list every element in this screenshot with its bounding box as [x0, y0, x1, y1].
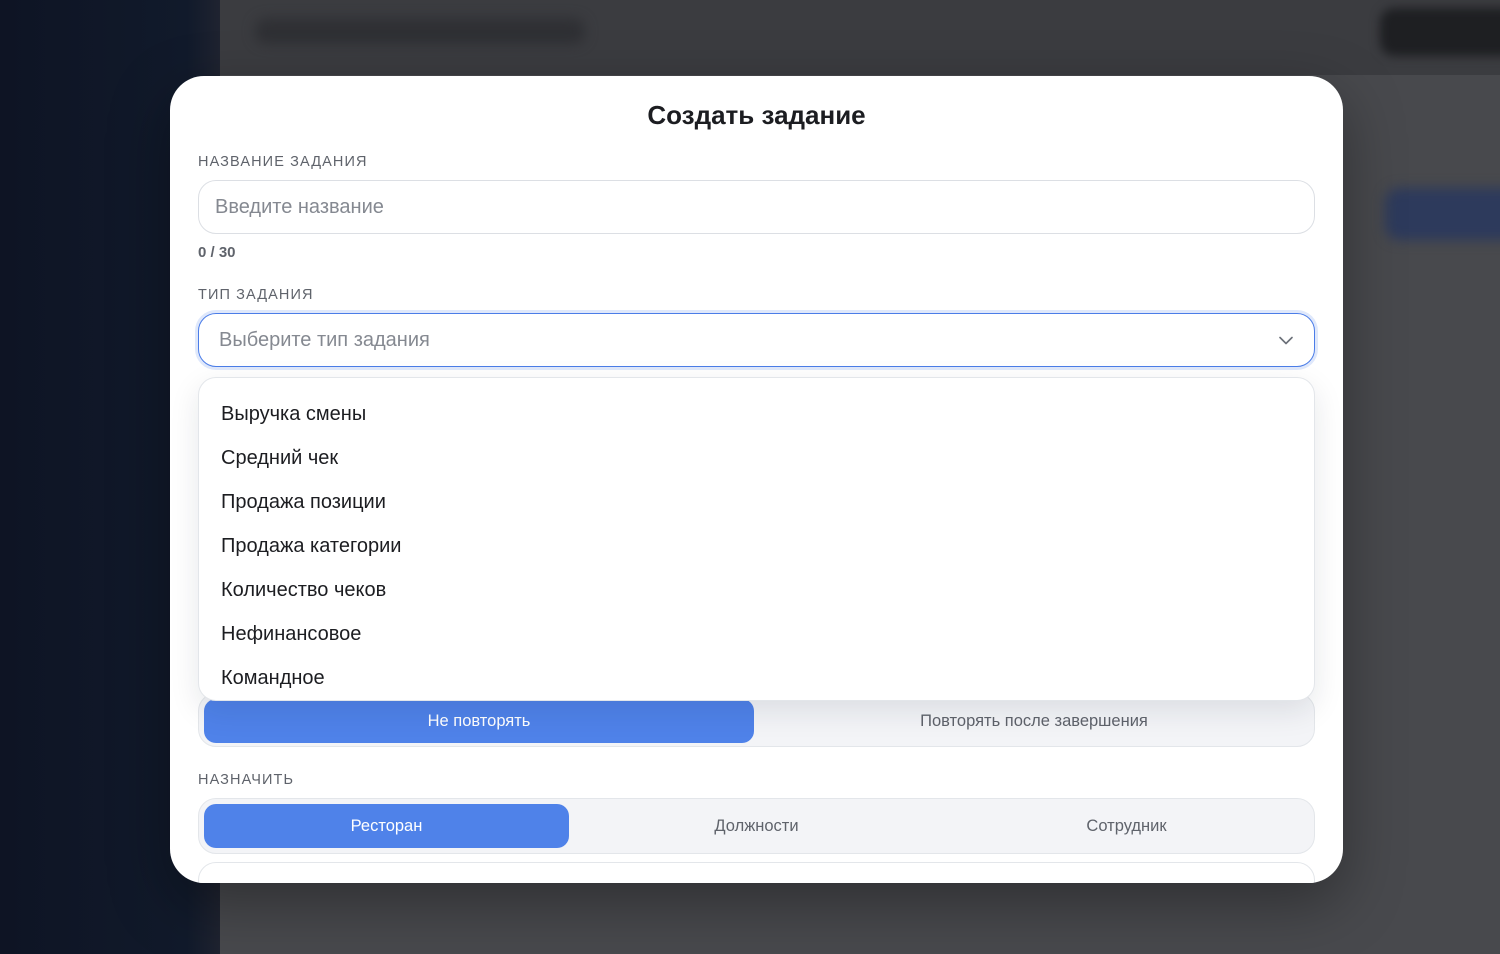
assign-option-positions[interactable]: Должности — [574, 804, 939, 848]
task-type-dropdown: Выручка смены Средний чек Продажа позици… — [198, 377, 1315, 701]
task-name-input[interactable] — [198, 180, 1315, 234]
assign-label: НАЗНАЧИТЬ — [198, 772, 295, 788]
dropdown-option[interactable]: Нефинансовое — [199, 612, 1314, 656]
task-type-placeholder: Выберите тип задания — [219, 328, 430, 351]
task-type-select[interactable]: Выберите тип задания — [198, 313, 1315, 367]
dropdown-option[interactable]: Продажа позиции — [199, 480, 1314, 524]
task-type-label: ТИП ЗАДАНИЯ — [198, 287, 314, 303]
dropdown-option[interactable]: Продажа категории — [199, 524, 1314, 568]
repeat-segmented-control: Не повторять Повторять после завершения — [198, 693, 1315, 747]
task-name-label: НАЗВАНИЕ ЗАДАНИЯ — [198, 154, 368, 170]
chevron-down-icon[interactable] — [1278, 332, 1294, 348]
modal-title: Создать задание — [647, 100, 866, 130]
background-button — [1380, 8, 1500, 56]
assign-segmented-control: Ресторан Должности Сотрудник — [198, 798, 1315, 854]
assign-option-employee[interactable]: Сотрудник — [944, 804, 1309, 848]
dropdown-option[interactable]: Выручка смены — [199, 392, 1314, 436]
background-accent-block — [1385, 188, 1500, 240]
dropdown-option[interactable]: Командное — [199, 656, 1314, 700]
assign-option-restaurant[interactable]: Ресторан — [204, 804, 569, 848]
background-title — [255, 18, 585, 44]
next-field-peek[interactable] — [198, 862, 1315, 883]
create-task-modal: Создать задание НАЗВАНИЕ ЗАДАНИЯ 0 / 30 … — [170, 76, 1343, 883]
dropdown-option[interactable]: Количество чеков — [199, 568, 1314, 612]
repeat-option-no-repeat[interactable]: Не повторять — [204, 699, 754, 743]
char-counter: 0 / 30 — [198, 244, 236, 261]
repeat-option-after-complete[interactable]: Повторять после завершения — [759, 699, 1309, 743]
dropdown-option[interactable]: Средний чек — [199, 436, 1314, 480]
